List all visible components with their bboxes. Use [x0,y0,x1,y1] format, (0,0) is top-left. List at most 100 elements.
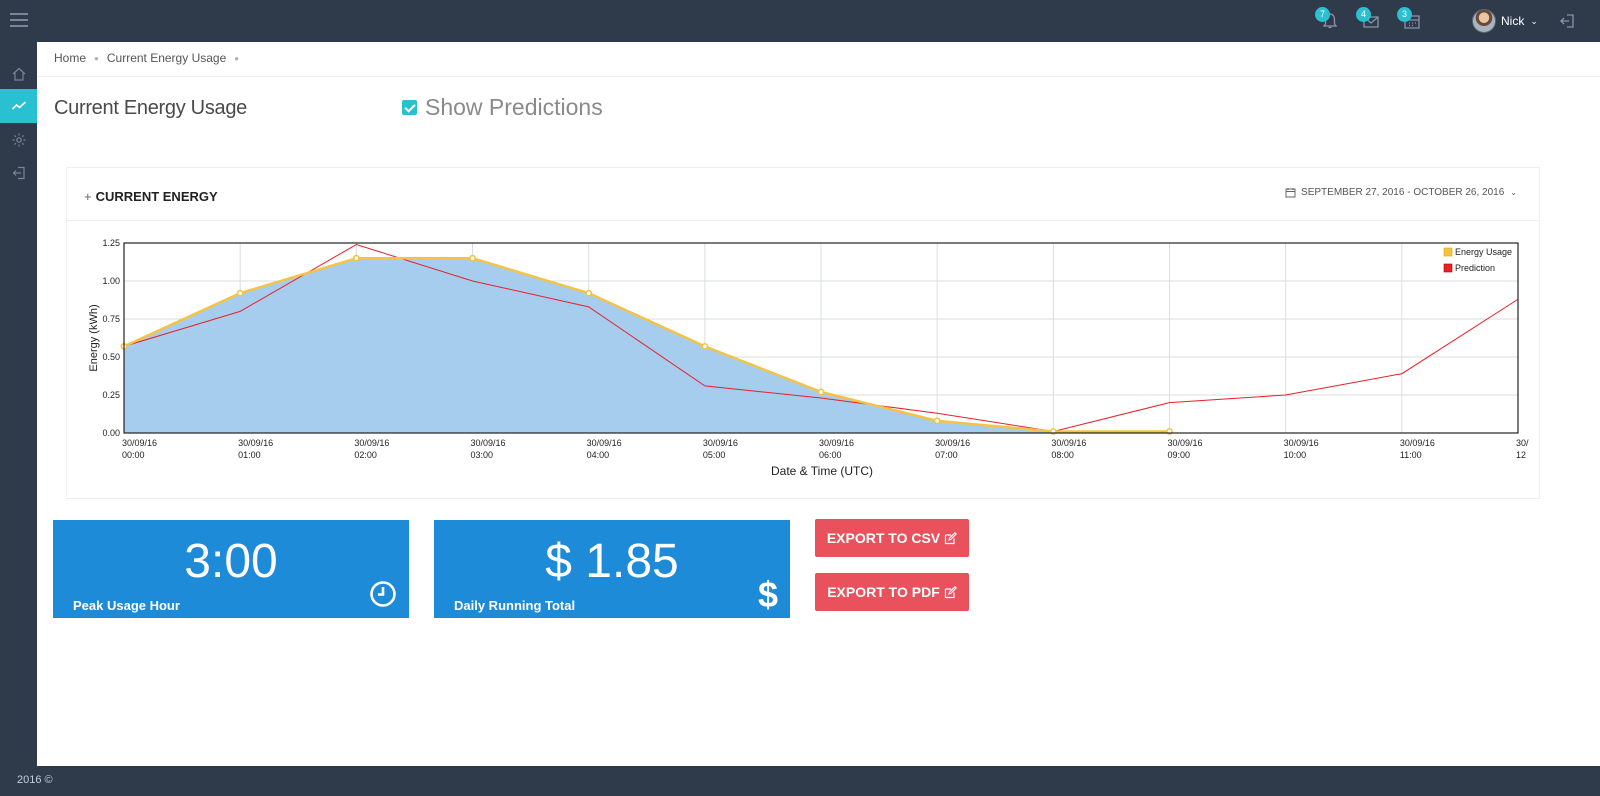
y-tick-label: 0.75 [102,314,120,324]
x-tick-label: 30/09/16 [703,438,738,448]
notifications-button[interactable]: 7 [1315,7,1339,30]
panel-header: + CURRENT ENERGY SEPTEMBER 27, 2016 - OCT… [67,168,1539,221]
hamburger-menu-icon[interactable] [10,13,28,27]
energy-usage-point [469,254,476,262]
breadcrumb-separator: ● [234,53,240,63]
breadcrumb: Home ● Current Energy Usage ● [54,51,247,65]
chart-line-icon [11,101,26,110]
home-icon [12,67,25,81]
daily-total-tile: $ 1.85 Daily Running Total $ [434,520,790,618]
energy-usage-point [817,388,825,396]
notifications-count-badge: 7 [1315,7,1330,22]
user-menu[interactable]: Nick ⌄ [1472,9,1538,33]
x-tick-label: 30/09/16 [238,438,273,448]
y-tick-label: 0.00 [102,428,120,438]
x-axis-ticks: 30/09/16 00:00 30/09/16 01:00 30/09/16 02:00 3… [122,438,1529,460]
sidebar-item-logout[interactable] [0,156,37,190]
energy-usage-point [236,289,244,297]
dollar-icon: $ [757,574,778,615]
x-tick-label: 30/09/16 [471,438,506,448]
chart-legend: Energy Usage Prediction [1443,247,1512,273]
y-tick-label: 0.25 [102,390,120,400]
expand-icon[interactable]: + [84,189,92,204]
energy-chart-panel: + CURRENT ENERGY SEPTEMBER 27, 2016 - OCT… [66,167,1540,499]
clock-icon [369,580,397,613]
logout-button[interactable] [1558,12,1576,30]
x-axis-label: Date & Time (UTC) [771,464,873,478]
divider [37,76,1600,77]
daily-total-value: $ 1.85 [545,535,679,588]
energy-usage-point [585,289,593,297]
x-tick-label: 30/09/16 [819,438,854,448]
energy-chart[interactable]: 0.000.250.500.751.001.25 30/09/1600:0030… [67,221,1541,499]
footer-copyright: 2016 © [17,774,53,786]
legend-label: Prediction [1455,263,1495,273]
daily-total-label: Daily Running Total [454,598,576,613]
y-tick-label: 1.25 [102,238,120,248]
y-tick-label: 0.50 [102,352,120,362]
energy-usage-point [933,417,941,425]
logout-icon [1560,14,1574,28]
x-tick-label: 11:00 [1400,450,1422,460]
x-tick-label: 12 [1516,450,1526,460]
logout-icon [12,166,25,180]
breadcrumb-separator: ● [94,53,99,63]
export-csv-button[interactable]: EXPORT TO CSV [815,519,969,557]
breadcrumb-current[interactable]: Current Energy Usage [107,51,226,65]
x-tick-label: 00:00 [122,450,145,460]
show-predictions-label: Show Predictions [425,94,603,120]
chevron-down-icon: ⌄ [1530,15,1538,26]
x-tick-label: 30/09/16 [935,438,970,448]
sidebar-item-energy[interactable] [0,89,37,123]
x-tick-label: 30/09/16 [122,438,157,448]
page-title: Current Energy Usage [54,97,247,119]
x-tick-label: 08:00 [1051,450,1074,460]
avatar [1472,9,1496,33]
x-tick-label: 02:00 [354,450,377,460]
x-tick-label: 05:00 [703,450,726,460]
energy-usage-point [352,254,360,262]
peak-usage-label: Peak Usage Hour [73,598,180,613]
x-tick-label: 30/09/16 [587,438,622,448]
peak-usage-tile: 3:00 Peak Usage Hour [53,520,409,618]
messages-count-badge: 4 [1356,7,1371,22]
calendar-button[interactable]: 3 [1397,7,1421,30]
energy-usage-area [124,258,1170,433]
show-predictions-checkbox[interactable] [402,100,417,115]
x-tick-label: 10:00 [1284,450,1307,460]
y-axis-ticks: 0.00 0.25 0.50 0.75 1.00 1.25 [102,238,120,438]
x-tick-label: 09:00 [1168,450,1191,460]
legend-swatch [1443,247,1453,257]
edit-icon [945,531,958,544]
x-tick-label: 06:00 [819,450,842,460]
calendar-count-badge: 3 [1397,7,1412,22]
x-tick-label: 04:00 [587,450,610,460]
x-tick-label: 30/ [1516,438,1529,448]
breadcrumb-home[interactable]: Home [54,51,86,65]
edit-icon [944,585,957,598]
x-tick-label: 30/09/16 [1051,438,1086,448]
user-name: Nick [1501,14,1525,28]
calendar-icon [1285,188,1296,198]
messages-button[interactable]: 4 [1356,7,1380,30]
date-range-text: SEPTEMBER 27, 2016 - OCTOBER 26, 2016 [1301,187,1505,198]
export-csv-label: EXPORT TO CSV [826,530,941,546]
show-predictions-toggle[interactable]: Show Predictions [402,94,603,121]
chevron-down-icon: ⌄ [1510,188,1517,197]
date-range-picker[interactable]: SEPTEMBER 27, 2016 - OCTOBER 26, 2016 ⌄ [1285,187,1517,198]
footer: 2016 © [0,766,1600,796]
x-tick-label: 30/09/16 [354,438,389,448]
energy-usage-point [701,342,709,350]
sidebar-item-settings[interactable] [0,123,37,157]
x-tick-label: 30/09/16 [1168,438,1203,448]
panel-title[interactable]: + CURRENT ENERGY [84,189,218,204]
legend-label: Energy Usage [1455,247,1512,257]
sidebar-item-home[interactable] [0,57,37,91]
peak-usage-value: 3:00 [184,535,278,588]
x-tick-label: 30/09/16 [1284,438,1319,448]
main-content: Home ● Current Energy Usage ● Current En… [37,42,1600,766]
x-tick-label: 07:00 [935,450,958,460]
top-navbar: 7 4 3 Nick ⌄ [0,0,1600,42]
export-pdf-button[interactable]: EXPORT TO PDF [815,573,969,611]
gear-icon [12,133,25,147]
